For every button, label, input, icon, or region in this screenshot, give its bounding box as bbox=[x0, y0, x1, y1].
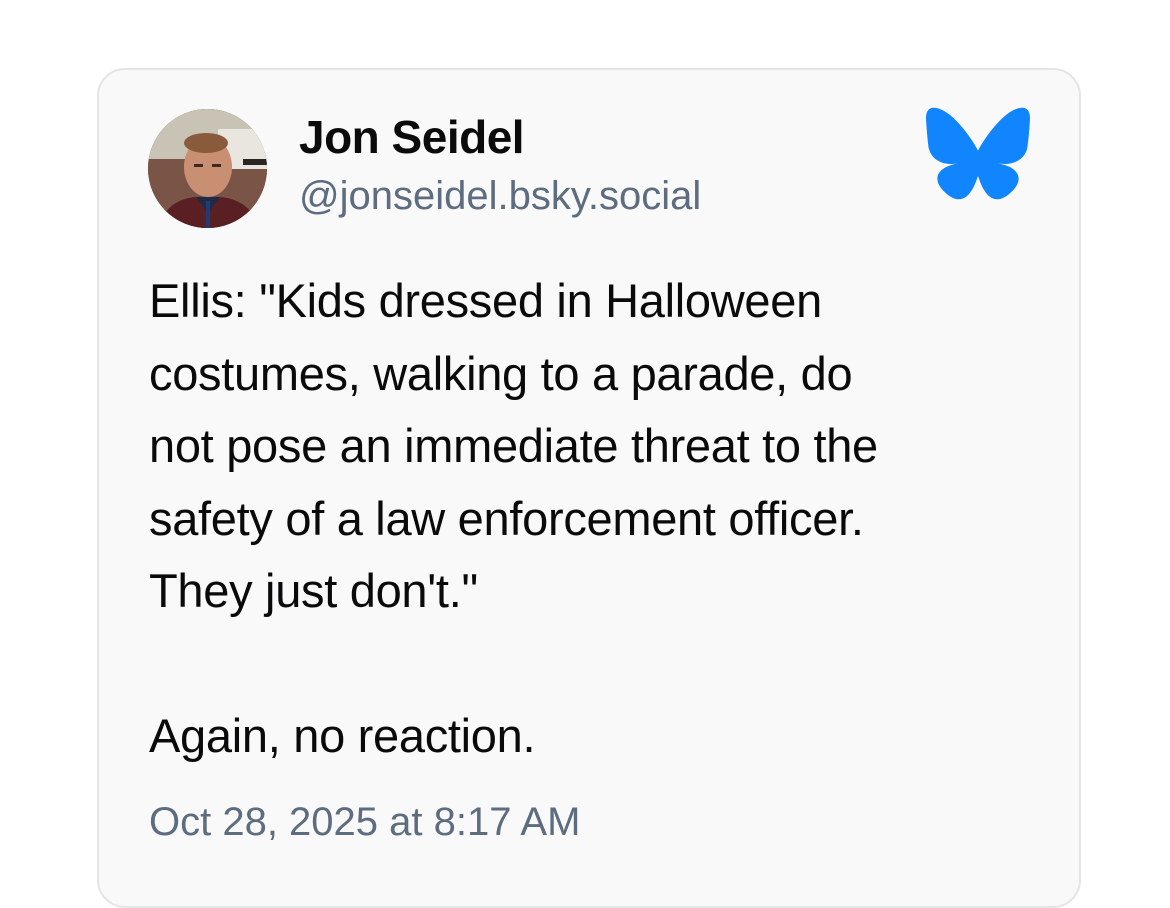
post-timestamp[interactable]: Oct 28, 2025 at 8:17 AM bbox=[149, 800, 580, 845]
avatar-photo-icon bbox=[148, 109, 267, 228]
post-text: Ellis: "Kids dressed in Halloween costum… bbox=[149, 274, 878, 762]
bluesky-butterfly-icon[interactable] bbox=[924, 106, 1032, 201]
author-avatar[interactable] bbox=[148, 109, 267, 228]
bluesky-logo-svg bbox=[926, 107, 1030, 200]
author-display-name[interactable]: Jon Seidel bbox=[299, 110, 525, 164]
author-handle[interactable]: @jonseidel.bsky.social bbox=[299, 174, 701, 219]
